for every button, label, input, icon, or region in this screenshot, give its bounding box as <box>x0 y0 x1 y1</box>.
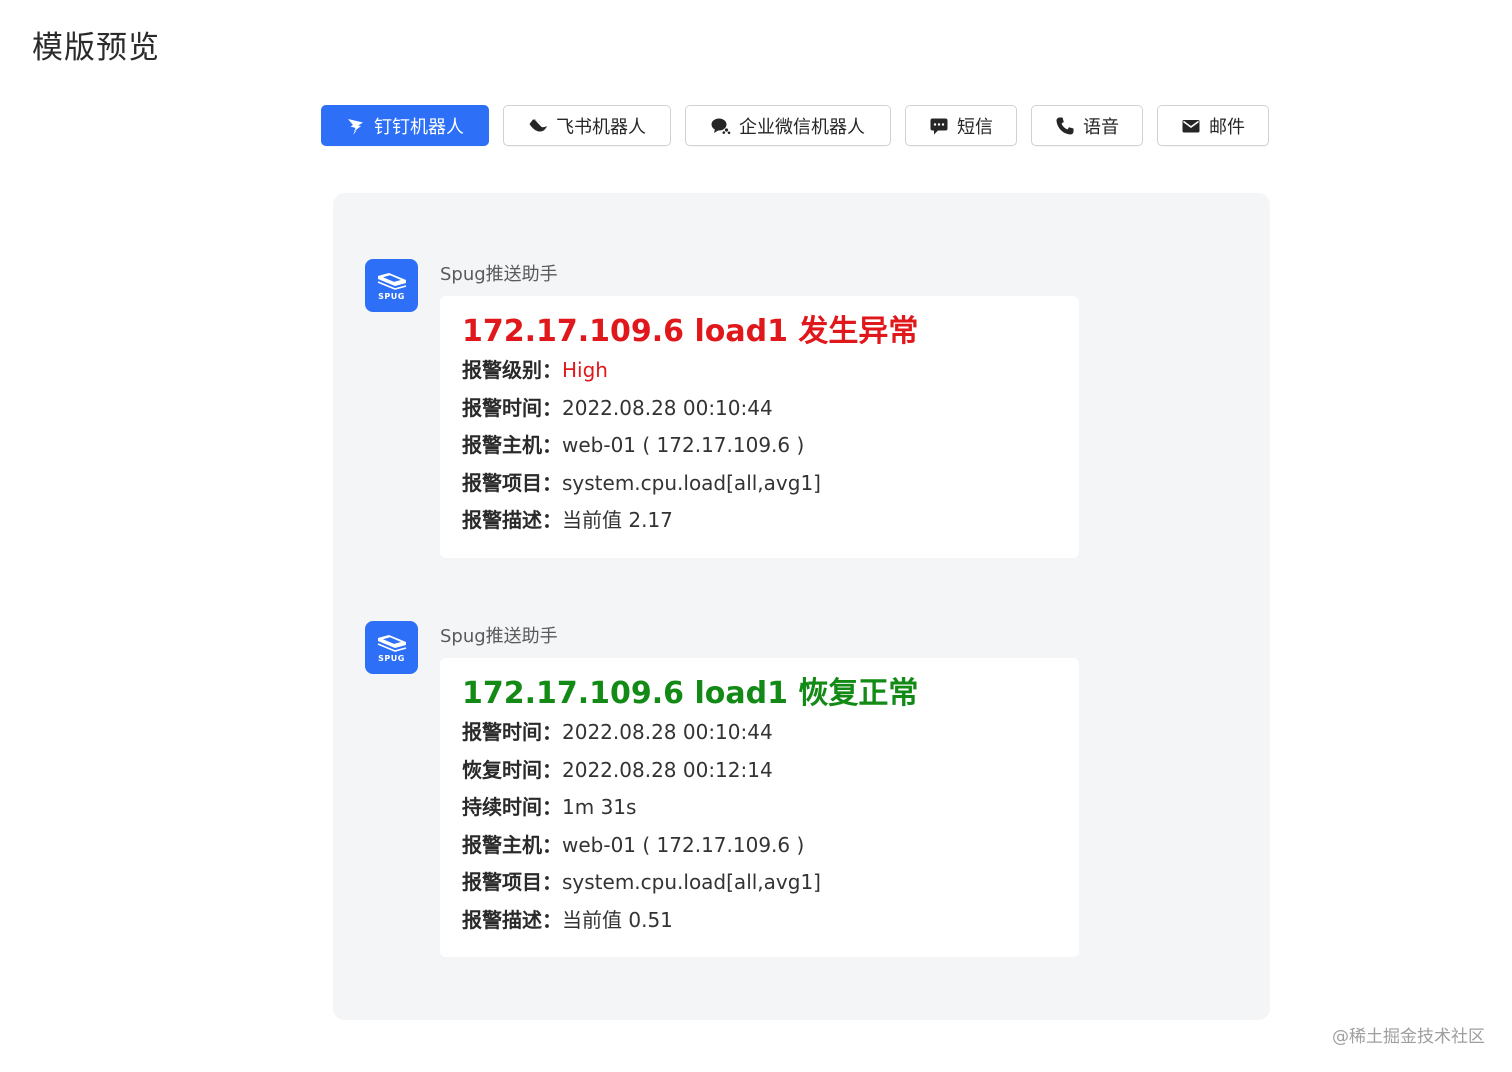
alert-title: 172.17.109.6 load1 发生异常 <box>462 314 919 349</box>
tab-label: 钉钉机器人 <box>374 116 464 138</box>
avatar: SPUG <box>365 621 418 674</box>
field-row: 报警项目：system.cpu.load[all,avg1] <box>462 465 1057 503</box>
field-row: 恢复时间：2022.08.28 00:12:14 <box>462 752 1057 790</box>
field-key: 报警时间： <box>462 720 562 744</box>
avatar: SPUG <box>365 259 418 312</box>
message-card: 172.17.109.6 load1 恢复正常 报警时间：2022.08.28 … <box>440 658 1079 957</box>
field-row: 报警时间：2022.08.28 00:10:44 <box>462 714 1057 752</box>
phone-icon <box>1055 116 1075 136</box>
tab-sms[interactable]: 短信 <box>905 105 1017 146</box>
wechat-icon <box>711 116 731 136</box>
sender-name: Spug推送助手 <box>440 626 558 647</box>
field-key: 恢复时间： <box>462 757 562 782</box>
recovery-title: 172.17.109.6 load1 恢复正常 <box>462 676 919 711</box>
field-value: system.cpu.load[all,avg1] <box>562 870 821 894</box>
field-key: 持续时间： <box>462 795 562 819</box>
field-row: 报警描述：当前值 0.51 <box>462 902 1057 940</box>
field-key: 报警主机： <box>462 832 562 857</box>
tab-wechat-work[interactable]: 企业微信机器人 <box>685 105 891 146</box>
field-value: 2022.08.28 00:10:44 <box>562 395 773 420</box>
spug-logo-icon <box>377 634 406 652</box>
field-key: 报警项目： <box>462 870 562 894</box>
field-value: 2022.08.28 00:10:44 <box>562 720 773 744</box>
field-key: 报警项目： <box>462 470 562 495</box>
field-key: 报警级别： <box>462 358 562 382</box>
field-value: 当前值 2.17 <box>562 508 673 532</box>
field-value: web-01 ( 172.17.109.6 ) <box>562 832 805 857</box>
field-value: 当前值 0.51 <box>562 907 673 932</box>
sender-name: Spug推送助手 <box>440 264 558 285</box>
field-value: 2022.08.28 00:12:14 <box>562 757 773 782</box>
field-row: 报警描述：当前值 2.17 <box>462 502 1057 540</box>
page: 模版预览 钉钉机器人 飞书机器人 企业微信机器人 短信 语音 邮件 SPUG S… <box>0 0 1512 1072</box>
field-row: 报警时间：2022.08.28 00:10:44 <box>462 390 1057 428</box>
tab-label: 飞书机器人 <box>556 116 646 138</box>
tab-label: 企业微信机器人 <box>739 116 865 138</box>
tab-label: 语音 <box>1083 116 1119 138</box>
field-row: 报警主机：web-01 ( 172.17.109.6 ) <box>462 427 1057 465</box>
field-row: 持续时间：1m 31s <box>462 789 1057 827</box>
message-card: 172.17.109.6 load1 发生异常 报警级别：High 报警时间：2… <box>440 296 1079 558</box>
field-row: 报警级别：High <box>462 352 1057 390</box>
field-row: 报警主机：web-01 ( 172.17.109.6 ) <box>462 827 1057 865</box>
avatar-brand-text: SPUG <box>378 653 405 663</box>
field-value: High <box>562 358 608 382</box>
tab-label: 短信 <box>957 116 993 138</box>
page-title: 模版预览 <box>32 30 160 66</box>
tab-label: 邮件 <box>1209 116 1245 138</box>
template-preview-panel: SPUG Spug推送助手 172.17.109.6 load1 发生异常 报警… <box>333 193 1270 1020</box>
sms-icon <box>929 116 949 136</box>
channel-tabs: 钉钉机器人 飞书机器人 企业微信机器人 短信 语音 邮件 <box>0 105 1512 146</box>
dingtalk-icon <box>346 116 366 136</box>
field-key: 报警时间： <box>462 395 562 420</box>
field-row: 报警项目：system.cpu.load[all,avg1] <box>462 864 1057 902</box>
spug-logo-icon <box>377 272 406 290</box>
avatar-brand-text: SPUG <box>378 291 405 301</box>
field-value: 1m 31s <box>562 795 637 819</box>
field-value: web-01 ( 172.17.109.6 ) <box>562 433 805 457</box>
field-key: 报警描述： <box>462 508 562 532</box>
field-key: 报警主机： <box>462 433 562 457</box>
watermark: @稀土掘金技术社区 <box>1332 1027 1485 1047</box>
tab-feishu[interactable]: 飞书机器人 <box>503 105 671 146</box>
tab-dingtalk[interactable]: 钉钉机器人 <box>321 105 489 146</box>
field-key: 报警描述： <box>462 907 562 932</box>
field-value: system.cpu.load[all,avg1] <box>562 470 821 495</box>
mail-icon <box>1181 116 1201 136</box>
feishu-icon <box>528 116 548 136</box>
tab-email[interactable]: 邮件 <box>1157 105 1269 146</box>
tab-voice[interactable]: 语音 <box>1031 105 1143 146</box>
